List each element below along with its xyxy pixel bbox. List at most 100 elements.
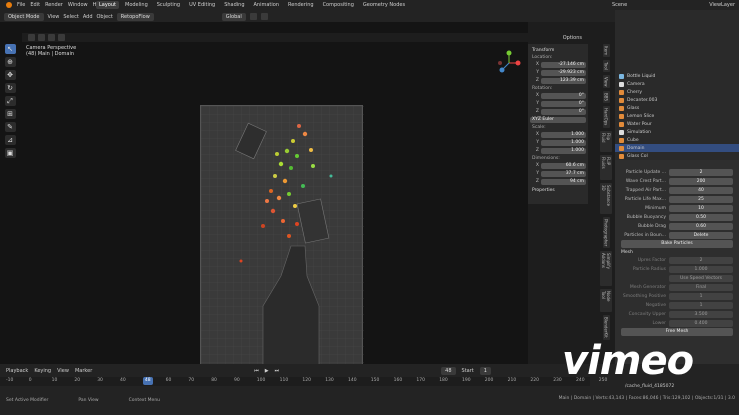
navigation-gizmo[interactable] [496, 50, 522, 76]
property-row[interactable]: Negative 1 [615, 301, 739, 309]
dimensions-x-field[interactable]: X 60.6 cm [530, 162, 586, 169]
property-row[interactable]: Trapped Air Part... 40 [615, 186, 739, 194]
rotate-tool-icon[interactable]: ↻ [4, 83, 16, 93]
cursor-tool-icon[interactable]: ⊕ [4, 57, 16, 67]
frame-ruler[interactable]: -10 0 10 20 30 40 48 60 70 80 90 100 110 120 130 140 150… [0, 377, 607, 386]
start-frame-field[interactable]: 1 [479, 367, 491, 375]
proportional-icon[interactable] [260, 13, 268, 20]
scene-name[interactable]: Scene [612, 2, 627, 8]
location-y-field[interactable]: Y -29.923 cm [530, 69, 586, 76]
sidetab-bb5[interactable]: BB5 [602, 91, 610, 104]
current-frame-marker[interactable]: 48 [142, 377, 153, 385]
property-row[interactable]: Concavity Upper 3.500 [615, 310, 739, 318]
sidetab-view[interactable]: View [602, 74, 610, 89]
property-row[interactable]: Particle Life Max... 25 [615, 195, 739, 203]
transform-title[interactable]: Transform [532, 48, 586, 53]
property-row[interactable]: Particle Radius 1.000 [615, 265, 739, 273]
outliner-row[interactable]: Cherry [615, 88, 739, 96]
property-value[interactable]: 1 [669, 292, 733, 300]
object-menu[interactable]: Object [97, 14, 113, 20]
current-frame-field[interactable]: 48 [441, 367, 456, 375]
outliner-row[interactable]: Domain [615, 144, 739, 152]
outliner-row[interactable]: Cube [615, 136, 739, 144]
property-value[interactable]: 10 [669, 204, 733, 212]
sidetab-simplify[interactable]: Simplify Addons [600, 251, 612, 287]
property-row[interactable]: Upres Factor 2 [615, 256, 739, 264]
sidetab-tool[interactable]: Tool [602, 60, 610, 72]
location-z-field[interactable]: Z 123.39 cm [530, 77, 586, 84]
add-cube-tool-icon[interactable]: ▣ [4, 148, 16, 158]
tab-geometry-nodes[interactable]: Geometry Nodes [360, 1, 408, 9]
property-value[interactable]: Delete [669, 231, 733, 239]
property-value[interactable]: 2 [669, 256, 733, 264]
property-value[interactable]: Use Speed Vectors [669, 274, 733, 282]
shading-material-icon[interactable] [58, 34, 65, 41]
property-value[interactable]: 0.400 [669, 319, 733, 327]
rotation-z-field[interactable]: Z 0° [530, 108, 586, 115]
free-mesh-button[interactable]: Free Mesh [621, 328, 733, 336]
sidetab-hardops[interactable]: HardOps [602, 106, 610, 128]
select-menu[interactable]: Select [63, 14, 78, 20]
property-value[interactable]: 1 [669, 301, 733, 309]
property-value[interactable]: 40 [669, 186, 733, 194]
bake-particles-button[interactable]: Bake Particles [621, 240, 733, 248]
mode-dropdown[interactable]: Object Mode [4, 12, 44, 21]
property-row[interactable]: Bubble Drag 0.60 [615, 222, 739, 230]
property-row[interactable]: Bubble Buoyancy 0.50 [615, 213, 739, 221]
rotation-mode-dropdown[interactable]: XYZ Euler [530, 116, 586, 123]
outliner-row[interactable]: Simulation [615, 128, 739, 136]
playback-menu[interactable]: Playback [6, 368, 28, 374]
transform-tool-icon[interactable]: ⊞ [4, 109, 16, 119]
outliner-row[interactable]: Glass [615, 104, 739, 112]
property-row[interactable]: Minimum 10 [615, 204, 739, 212]
outliner-row[interactable]: Water Pour [615, 120, 739, 128]
property-row[interactable]: Lower 0.400 [615, 319, 739, 327]
annotate-tool-icon[interactable]: ✎ [4, 122, 16, 132]
property-value[interactable]: 0.60 [669, 222, 733, 230]
property-row[interactable]: Smoothing Positive 1 [615, 292, 739, 300]
outliner-row[interactable]: Bottle Liquid [615, 72, 739, 80]
select-tool-icon[interactable]: ↖ [4, 44, 16, 54]
menu-render[interactable]: Render [45, 2, 63, 8]
tab-uv-editing[interactable]: UV Editing [186, 1, 218, 9]
menu-file[interactable]: File [17, 2, 25, 8]
sidetab-node-tool[interactable]: Node Tool [600, 289, 612, 313]
menu-edit[interactable]: Edit [30, 2, 40, 8]
location-x-field[interactable]: X -27.146 cm [530, 61, 586, 68]
orientation-dropdown[interactable]: Global [221, 12, 246, 21]
sidetab-photographer[interactable]: Photographer [602, 216, 610, 248]
dimensions-y-field[interactable]: Y 37.7 cm [530, 170, 586, 177]
sidetab-blenderkit[interactable]: BlenderKit [602, 315, 610, 340]
timeline-view-menu[interactable]: View [57, 368, 69, 374]
tab-shading[interactable]: Shading [221, 1, 247, 9]
outliner-row[interactable]: Glass Col [615, 152, 739, 160]
tab-rendering[interactable]: Rendering [285, 1, 317, 9]
tab-layout[interactable]: Layout [96, 1, 119, 9]
property-row[interactable]: Wave Crest Part... 200 [615, 177, 739, 185]
rotation-y-field[interactable]: Y 0° [530, 100, 586, 107]
measure-tool-icon[interactable]: ⊿ [4, 135, 16, 145]
outliner-row[interactable]: Lemon Slice [615, 112, 739, 120]
properties-panel-header[interactable]: Properties [532, 188, 586, 193]
sidetab-substance[interactable]: Substance 3D [600, 182, 612, 214]
property-row[interactable]: Particles in Boun... Delete [615, 231, 739, 239]
tab-animation[interactable]: Animation [251, 1, 283, 9]
add-menu[interactable]: Add [83, 14, 93, 20]
keying-menu[interactable]: Keying [34, 368, 51, 374]
sidetab-flip-fluid[interactable]: Flip Fluid [600, 130, 612, 153]
property-value[interactable]: 200 [669, 177, 733, 185]
move-tool-icon[interactable]: ✥ [4, 70, 16, 80]
sidetab-flip-fluids[interactable]: FLIP Fluids [600, 155, 612, 180]
menu-window[interactable]: Window [68, 2, 88, 8]
outliner-row[interactable]: Camera [615, 80, 739, 88]
property-row[interactable]: Particle Update ... 2 [615, 168, 739, 176]
view-menu[interactable]: View [48, 14, 60, 20]
play-icon[interactable]: ▶ [265, 368, 269, 374]
mesh-panel-header[interactable]: Mesh [621, 250, 739, 255]
property-row[interactable]: Use Speed Vectors [615, 274, 739, 282]
scale-x-field[interactable]: X 1.000 [530, 131, 586, 138]
property-value[interactable]: 2 [669, 168, 733, 176]
tab-sculpting[interactable]: Sculpting [154, 1, 183, 9]
viewlayer-name[interactable]: ViewLayer [709, 2, 735, 8]
sidetab-item[interactable]: Item [602, 44, 610, 58]
